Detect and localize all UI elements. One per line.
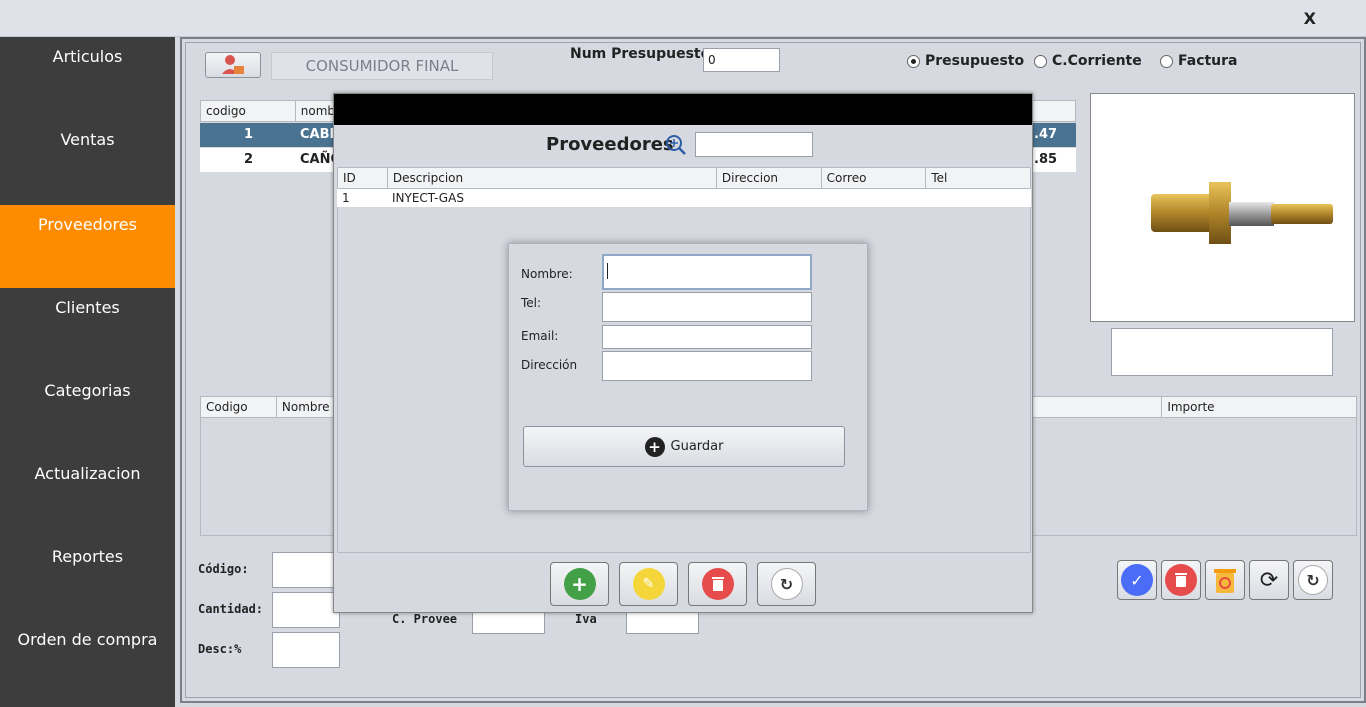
radio-label: Presupuesto: [925, 53, 1025, 69]
radio-icon: [1160, 55, 1173, 68]
cell-codigo: 2: [244, 152, 254, 167]
num-presupuesto-label: Num Presupuesto: [570, 46, 711, 62]
customer-name-field[interactable]: CONSUMIDOR FINAL: [271, 52, 493, 80]
refresh-button[interactable]: ↻: [1293, 560, 1333, 600]
sidebar-item-label: Articulos: [52, 47, 123, 66]
column-header[interactable]: Correo: [822, 168, 927, 188]
recycle-bin-icon: [1214, 569, 1236, 593]
sidebar-item-clientes[interactable]: Clientes: [0, 288, 175, 371]
sync-icon: ⟳: [1259, 567, 1279, 593]
modal-title: Proveedores: [546, 134, 674, 155]
sidebar-item-ventas[interactable]: Ventas: [0, 120, 175, 203]
column-header[interactable]: codigo: [201, 101, 296, 121]
email-input[interactable]: [602, 325, 812, 349]
modal-search-input[interactable]: [695, 132, 813, 157]
tel-input[interactable]: [602, 292, 812, 322]
title-bar: [0, 0, 1366, 37]
new-supplier-dialog: Nombre: Tel: Email: Dirección + Guardar: [508, 243, 868, 511]
column-header[interactable]: Importe: [1162, 397, 1356, 417]
radio-presupuesto[interactable]: Presupuesto: [907, 53, 1024, 69]
radio-selected-icon: [907, 55, 920, 68]
image-caption-field[interactable]: [1111, 328, 1333, 376]
nombre-input[interactable]: [602, 254, 812, 290]
sidebar-item-label: Reportes: [51, 547, 124, 566]
edit-supplier-button[interactable]: ✎: [619, 562, 678, 606]
plus-icon: +: [563, 568, 596, 600]
cell-price: .47: [1034, 127, 1058, 142]
refresh-icon: ↻: [770, 568, 803, 600]
column-header[interactable]: ID: [338, 168, 388, 188]
radio-factura[interactable]: Factura: [1160, 53, 1238, 69]
delete-supplier-button[interactable]: [688, 562, 747, 606]
refresh-icon: ↻: [1298, 565, 1328, 595]
radio-label: Factura: [1178, 53, 1238, 69]
email-label: Email:: [521, 329, 559, 343]
desc-input[interactable]: [272, 632, 340, 668]
radio-label: C.Corriente: [1052, 53, 1142, 69]
column-header[interactable]: Descripcion: [388, 168, 717, 188]
modal-title-bar[interactable]: [334, 94, 1032, 125]
sidebar-item-label: Clientes: [55, 298, 120, 317]
select-customer-button[interactable]: [205, 52, 261, 78]
sidebar-item-orden-de-compra[interactable]: Orden de compra: [0, 620, 175, 703]
desc-label: Desc:%: [198, 642, 242, 656]
direccion-input[interactable]: [602, 351, 812, 381]
column-header[interactable]: Tel: [926, 168, 1030, 188]
confirm-button[interactable]: ✓: [1117, 560, 1157, 600]
sidebar-item-label: Orden de compra: [17, 630, 158, 649]
radio-icon: [1034, 55, 1047, 68]
recycle-button[interactable]: [1205, 560, 1245, 600]
cell-codigo: 1: [244, 127, 254, 142]
save-supplier-button[interactable]: + Guardar: [523, 426, 845, 467]
delete-sale-button[interactable]: [1161, 560, 1201, 600]
trash-icon: [701, 568, 734, 600]
cantidad-label: Cantidad:: [198, 602, 264, 616]
product-image: [1090, 93, 1355, 322]
iva-label: Iva: [575, 612, 597, 626]
refresh-suppliers-button[interactable]: ↻: [757, 562, 816, 606]
check-icon: ✓: [1121, 564, 1153, 596]
sidebar-item-reportes[interactable]: Reportes: [0, 537, 175, 620]
sidebar-item-label: Ventas: [60, 130, 115, 149]
cell-descripcion: INYECT-GAS: [392, 191, 464, 205]
sidebar-item-label: Proveedores: [38, 215, 137, 234]
c-provee-label: C. Provee: [392, 612, 458, 626]
close-button[interactable]: X: [1304, 9, 1316, 28]
product-image-icon: [1151, 182, 1333, 244]
direccion-label: Dirección: [521, 358, 578, 372]
tel-label: Tel:: [521, 296, 542, 310]
sidebar-item-articulos[interactable]: Articulos: [0, 37, 175, 120]
save-label: Guardar: [670, 439, 724, 454]
sidebar-item-actualizacion[interactable]: Actualizacion: [0, 454, 175, 537]
pencil-icon: ✎: [632, 568, 665, 600]
sidebar-item-proveedores[interactable]: Proveedores: [0, 205, 175, 288]
sync-button[interactable]: ⟳: [1249, 560, 1289, 600]
text-cursor: [607, 263, 608, 279]
num-presupuesto-input[interactable]: 0: [703, 48, 780, 72]
search-icon[interactable]: [665, 134, 687, 160]
plus-icon: +: [644, 436, 665, 457]
add-supplier-button[interactable]: +: [550, 562, 609, 606]
column-header[interactable]: Direccion: [717, 168, 822, 188]
sidebar-item-label: Actualizacion: [34, 464, 141, 483]
trash-icon: [1165, 564, 1197, 596]
codigo-label: Código:: [198, 562, 249, 576]
modal-table-header: ID Descripcion Direccion Correo Tel: [337, 167, 1031, 189]
sidebar-item-label: Categorias: [44, 381, 131, 400]
user-icon: [222, 55, 244, 74]
cell-price: .85: [1034, 152, 1058, 167]
codigo-input[interactable]: [272, 552, 340, 588]
sidebar: Articulos Ventas Proveedores Clientes Ca…: [0, 37, 175, 707]
sidebar-item-categorias[interactable]: Categorias: [0, 371, 175, 454]
radio-c-corriente[interactable]: C.Corriente: [1034, 53, 1142, 69]
cantidad-input[interactable]: [272, 592, 340, 628]
column-header[interactable]: Codigo: [201, 397, 277, 417]
cell-id: 1: [342, 191, 350, 205]
table-row[interactable]: 1 INYECT-GAS: [337, 189, 1031, 207]
nombre-label: Nombre:: [521, 267, 573, 281]
